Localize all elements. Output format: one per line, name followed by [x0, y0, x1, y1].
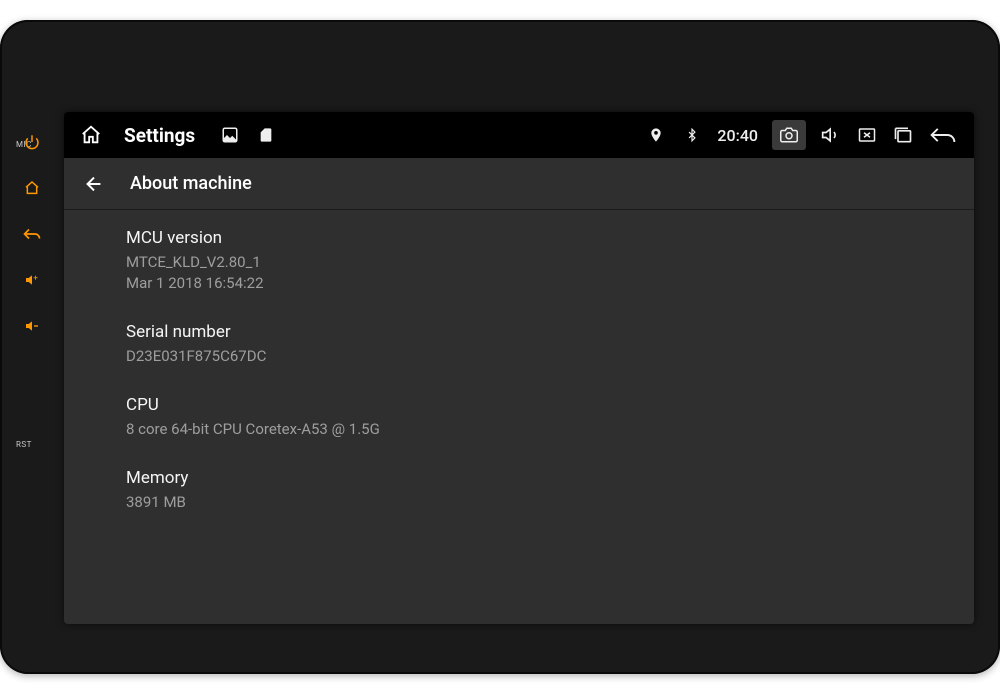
setting-mcu-version[interactable]: MCU version MTCE_KLD_V2.80_1 Mar 1 2018 …	[126, 228, 938, 294]
setting-label: MCU version	[126, 228, 938, 248]
picture-icon[interactable]	[219, 124, 241, 146]
power-button[interactable]	[20, 130, 44, 154]
back-arrow-icon[interactable]	[82, 172, 106, 196]
setting-value: 8 core 64-bit CPU Coretex-A53 @ 1.5G	[126, 419, 938, 440]
hardware-side-panel	[0, 20, 64, 674]
app-title: Settings	[124, 124, 195, 147]
screenshot-icon[interactable]	[772, 120, 806, 150]
setting-label: CPU	[126, 395, 938, 415]
page-header: About machine	[64, 158, 974, 210]
setting-memory[interactable]: Memory 3891 MB	[126, 468, 938, 513]
setting-label: Serial number	[126, 322, 938, 342]
back-hw-button[interactable]	[20, 222, 44, 246]
back-nav-icon[interactable]	[928, 124, 958, 146]
setting-serial-number[interactable]: Serial number D23E031F875C67DC	[126, 322, 938, 367]
setting-label: Memory	[126, 468, 938, 488]
clock: 20:40	[717, 126, 758, 145]
status-bar: Settings 20:40	[64, 112, 974, 158]
volume-icon[interactable]	[820, 124, 842, 146]
setting-cpu[interactable]: CPU 8 core 64-bit CPU Coretex-A53 @ 1.5G	[126, 395, 938, 440]
sd-card-icon[interactable]	[255, 124, 277, 146]
bluetooth-icon	[681, 124, 703, 146]
volume-up-button[interactable]	[20, 268, 44, 292]
home-icon[interactable]	[80, 124, 102, 146]
setting-value: 3891 MB	[126, 492, 938, 513]
close-app-icon[interactable]	[856, 124, 878, 146]
setting-value: MTCE_KLD_V2.80_1 Mar 1 2018 16:54:22	[126, 252, 938, 294]
volume-down-button[interactable]	[20, 314, 44, 338]
location-icon	[645, 124, 667, 146]
recent-apps-icon[interactable]	[892, 124, 914, 146]
settings-content: MCU version MTCE_KLD_V2.80_1 Mar 1 2018 …	[64, 210, 974, 624]
home-hw-button[interactable]	[20, 176, 44, 200]
page-title: About machine	[130, 173, 252, 194]
setting-value: D23E031F875C67DC	[126, 346, 938, 367]
screen: Settings 20:40	[64, 112, 974, 624]
device-frame: MIC RST Settings	[0, 20, 1000, 674]
